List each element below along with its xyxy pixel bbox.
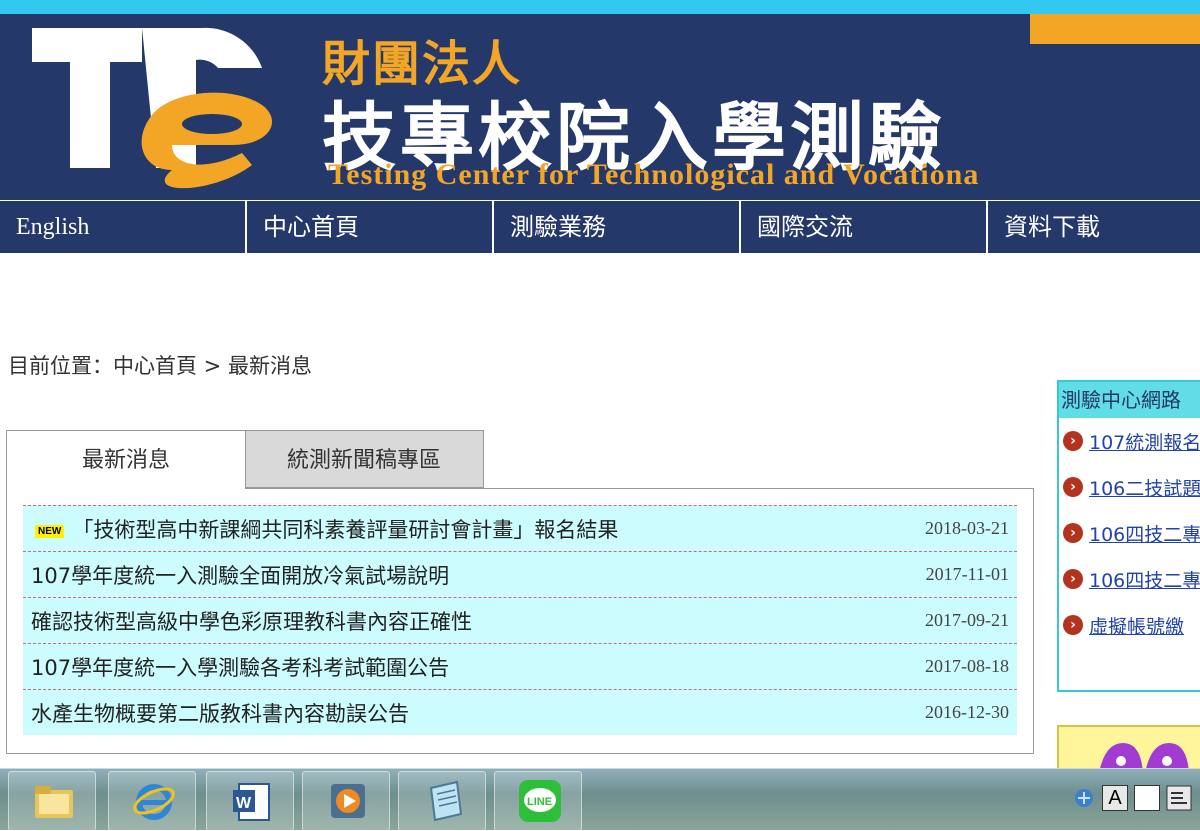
banner-accent-bar	[1030, 14, 1200, 44]
network-icon[interactable]	[1072, 786, 1096, 810]
sidebar-link[interactable]: 虛擬帳號繳	[1089, 612, 1184, 639]
tab-latest-news[interactable]: 最新消息	[6, 430, 246, 489]
news-date: 2017-09-21	[925, 610, 1009, 630]
news-title[interactable]: NEW 「技術型高中新課綱共同科素養評量研討會計畫」報名結果	[31, 514, 925, 544]
chevron-right-icon: ›	[1063, 477, 1083, 497]
internet-explorer-icon	[133, 784, 175, 820]
media-player-icon	[331, 784, 365, 818]
sidebar-link-item[interactable]: › 106四技二專	[1059, 510, 1200, 556]
news-item[interactable]: NEW 「技術型高中新課綱共同科素養評量研討會計畫」報名結果 2018-03-21	[23, 505, 1017, 551]
news-date: 2016-12-30	[925, 702, 1009, 722]
main-nav: English 中心首頁 測驗業務 國際交流 資料下載	[0, 201, 1200, 253]
nav-item-international[interactable]: 國際交流	[741, 201, 988, 253]
taskbar-internet-explorer[interactable]	[108, 771, 196, 831]
news-date: 2018-03-21	[925, 518, 1009, 538]
sidebar-link[interactable]: 106二技試題	[1089, 474, 1200, 501]
line-icon-label: LINE	[527, 796, 552, 808]
system-tray: A	[1072, 785, 1192, 811]
news-date: 2017-11-01	[925, 564, 1009, 584]
taskbar-line[interactable]: LINE	[494, 771, 582, 831]
taskbar-word[interactable]: W	[206, 771, 294, 831]
sidebar-link-item[interactable]: › 虛擬帳號繳	[1059, 602, 1200, 648]
sidebar-title: 測驗中心網路	[1059, 382, 1200, 418]
news-title[interactable]: 確認技術型高級中學色彩原理教科書內容正確性	[31, 606, 925, 636]
news-item[interactable]: 水產生物概要第二版教科書內容勘誤公告 2016-12-30	[23, 689, 1017, 735]
sidebar-link[interactable]: 106四技二專	[1089, 566, 1200, 593]
line-icon: LINE	[519, 780, 561, 822]
sidebar-link-item[interactable]: › 106四技二專	[1059, 556, 1200, 602]
news-list: NEW 「技術型高中新課綱共同科素養評量研討會計畫」報名結果 2018-03-21…	[23, 505, 1017, 735]
taskbar-media-player[interactable]	[302, 771, 390, 831]
svg-text:W: W	[236, 795, 252, 812]
nav-item-english[interactable]: English	[0, 201, 247, 253]
top-strip	[0, 0, 1200, 14]
keyboard-icon[interactable]	[1166, 785, 1192, 811]
news-date: 2017-08-18	[925, 656, 1009, 676]
breadcrumb: 目前位置：中心首頁 > 最新消息	[8, 354, 312, 378]
chevron-right-icon: ›	[1063, 569, 1083, 589]
news-item[interactable]: 107學年度統一入測驗全面開放冷氣試場說明 2017-11-01	[23, 551, 1017, 597]
chevron-right-icon: ›	[1063, 615, 1083, 635]
input-method-indicator[interactable]: A	[1102, 785, 1128, 811]
folder-icon	[35, 786, 73, 818]
sidebar-quick-links: 測驗中心網路 › 107統測報名 › 106二技試題 › 106四技二專 › 1…	[1057, 380, 1200, 692]
windows-taskbar: W LINE A	[0, 768, 1200, 831]
sidebar-link[interactable]: 107統測報名	[1089, 428, 1200, 455]
tab-press-releases[interactable]: 統測新聞稿專區	[244, 430, 484, 488]
nav-item-home[interactable]: 中心首頁	[247, 201, 494, 253]
sidebar-link-item[interactable]: › 107統測報名	[1059, 418, 1200, 464]
news-item[interactable]: 107學年度統一入學測驗各考科考試範圍公告 2017-08-18	[23, 643, 1017, 689]
new-badge: NEW	[35, 524, 65, 538]
taskbar-file-explorer[interactable]	[8, 771, 96, 831]
sidebar-link[interactable]: 106四技二專	[1089, 520, 1200, 547]
news-panel: NEW 「技術型高中新課綱共同科素養評量研討會計畫」報名結果 2018-03-21…	[6, 488, 1034, 754]
news-title[interactable]: 水產生物概要第二版教科書內容勘誤公告	[31, 698, 925, 728]
news-title-text[interactable]: 「技術型高中新課綱共同科素養評量研討會計畫」報名結果	[72, 518, 618, 542]
tte-logo[interactable]	[22, 20, 302, 200]
news-tabs: 最新消息 統測新聞稿專區 NEW 「技術型高中新課綱共同科素養評量研討會計畫」報名…	[6, 430, 1034, 754]
chevron-right-icon: ›	[1063, 431, 1083, 451]
chevron-right-icon: ›	[1063, 523, 1083, 543]
word-icon: W	[233, 783, 270, 821]
sidebar-link-item[interactable]: › 106二技試題	[1059, 464, 1200, 510]
input-mode-icon[interactable]	[1134, 785, 1160, 811]
nav-item-testing-services[interactable]: 測驗業務	[494, 201, 741, 253]
news-title[interactable]: 107學年度統一入學測驗各考科考試範圍公告	[31, 652, 925, 682]
nav-item-downloads[interactable]: 資料下載	[988, 201, 1200, 253]
news-item[interactable]: 確認技術型高級中學色彩原理教科書內容正確性 2017-09-21	[23, 597, 1017, 643]
news-title[interactable]: 107學年度統一入測驗全面開放冷氣試場說明	[31, 560, 926, 590]
org-name-english: Testing Center for Technological and Voc…	[328, 158, 980, 191]
promo-graphic	[1099, 743, 1189, 773]
notepad-icon	[429, 780, 463, 822]
taskbar-notepad[interactable]	[398, 771, 486, 831]
site-banner: 財團法人 技專校院入學測驗 Testing Center for Technol…	[0, 14, 1200, 200]
